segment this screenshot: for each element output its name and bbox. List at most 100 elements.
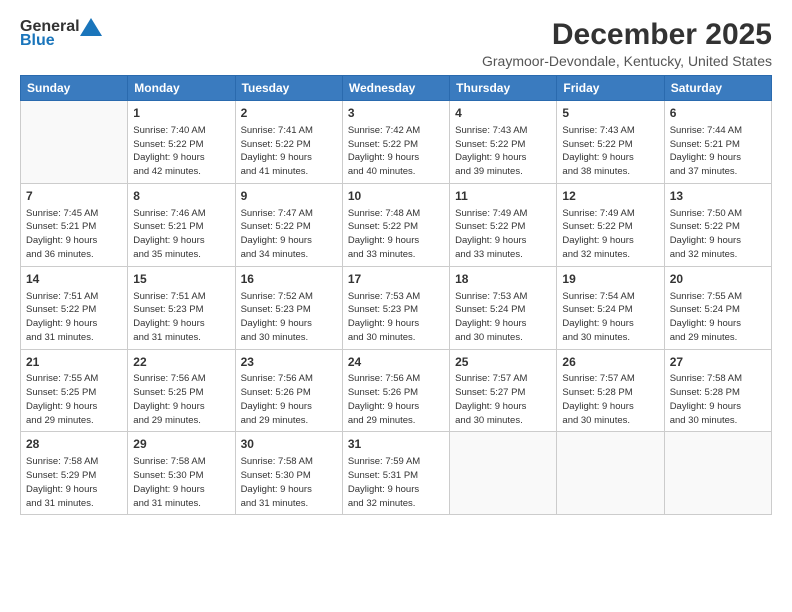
day-number: 4 — [455, 105, 551, 122]
day-info: Sunrise: 7:57 AMSunset: 5:28 PMDaylight:… — [562, 372, 658, 427]
day-number: 21 — [26, 354, 122, 371]
day-info: Sunrise: 7:54 AMSunset: 5:24 PMDaylight:… — [562, 290, 658, 345]
calendar-cell: 25Sunrise: 7:57 AMSunset: 5:27 PMDayligh… — [450, 349, 557, 432]
logo-blue-text: Blue — [20, 32, 55, 50]
calendar-cell: 7 Sunrise: 7:45 AMSunset: 5:21 PMDaylight… — [21, 183, 128, 266]
calendar-cell — [21, 101, 128, 184]
page: General Blue December 2025 Graymoor-Devo… — [0, 0, 792, 612]
weekday-header-thursday: Thursday — [450, 76, 557, 101]
day-info: Sunrise: 7:55 AMSunset: 5:24 PMDaylight:… — [670, 290, 766, 345]
weekday-header-tuesday: Tuesday — [235, 76, 342, 101]
day-info: Sunrise: 7:58 AMSunset: 5:29 PMDaylight:… — [26, 455, 122, 510]
calendar-cell: 14 Sunrise: 7:51 AMSunset: 5:22 PMDayligh… — [21, 266, 128, 349]
day-number: 3 — [348, 105, 444, 122]
day-info: Sunrise: 7:58 AMSunset: 5:30 PMDaylight:… — [133, 455, 229, 510]
calendar-cell — [664, 432, 771, 515]
calendar-cell: 27Sunrise: 7:58 AMSunset: 5:28 PMDayligh… — [664, 349, 771, 432]
calendar-cell: 19Sunrise: 7:54 AMSunset: 5:24 PMDayligh… — [557, 266, 664, 349]
day-number: 22 — [133, 354, 229, 371]
day-number: 18 — [455, 271, 551, 288]
day-info: Sunrise: 7:55 AMSunset: 5:25 PMDaylight:… — [26, 372, 122, 427]
day-info: Sunrise: 7:50 AMSunset: 5:22 PMDaylight:… — [670, 207, 766, 262]
calendar-cell: 26Sunrise: 7:57 AMSunset: 5:28 PMDayligh… — [557, 349, 664, 432]
logo: General Blue — [20, 18, 102, 50]
calendar-cell — [557, 432, 664, 515]
calendar-cell: 9 Sunrise: 7:47 AMSunset: 5:22 PMDaylight… — [235, 183, 342, 266]
calendar-cell: 12 Sunrise: 7:49 AMSunset: 5:22 PMDayligh… — [557, 183, 664, 266]
logo-icon — [80, 18, 102, 36]
day-number: 13 — [670, 188, 766, 205]
day-info: Sunrise: 7:48 AMSunset: 5:22 PMDaylight:… — [348, 207, 444, 262]
calendar-cell: 3Sunrise: 7:42 AMSunset: 5:22 PMDaylight… — [342, 101, 449, 184]
calendar-cell: 5 Sunrise: 7:43 AMSunset: 5:22 PMDaylight… — [557, 101, 664, 184]
day-info: Sunrise: 7:43 AMSunset: 5:22 PMDaylight:… — [562, 124, 658, 179]
calendar-cell: 30 Sunrise: 7:58 AMSunset: 5:30 PMDayligh… — [235, 432, 342, 515]
day-info: Sunrise: 7:40 AMSunset: 5:22 PMDaylight:… — [133, 124, 229, 179]
day-number: 26 — [562, 354, 658, 371]
calendar-cell: 16Sunrise: 7:52 AMSunset: 5:23 PMDayligh… — [235, 266, 342, 349]
calendar-cell: 17 Sunrise: 7:53 AMSunset: 5:23 PMDayligh… — [342, 266, 449, 349]
day-info: Sunrise: 7:57 AMSunset: 5:27 PMDaylight:… — [455, 372, 551, 427]
day-number: 14 — [26, 271, 122, 288]
day-info: Sunrise: 7:44 AMSunset: 5:21 PMDaylight:… — [670, 124, 766, 179]
calendar-cell: 20 Sunrise: 7:55 AMSunset: 5:24 PMDayligh… — [664, 266, 771, 349]
day-number: 10 — [348, 188, 444, 205]
day-number: 27 — [670, 354, 766, 371]
day-info: Sunrise: 7:49 AMSunset: 5:22 PMDaylight:… — [562, 207, 658, 262]
day-info: Sunrise: 7:52 AMSunset: 5:23 PMDaylight:… — [241, 290, 337, 345]
day-number: 15 — [133, 271, 229, 288]
calendar-cell: 21Sunrise: 7:55 AMSunset: 5:25 PMDayligh… — [21, 349, 128, 432]
calendar-cell: 8Sunrise: 7:46 AMSunset: 5:21 PMDaylight… — [128, 183, 235, 266]
day-number: 11 — [455, 188, 551, 205]
calendar-cell: 10 Sunrise: 7:48 AMSunset: 5:22 PMDayligh… — [342, 183, 449, 266]
day-info: Sunrise: 7:47 AMSunset: 5:22 PMDaylight:… — [241, 207, 337, 262]
day-info: Sunrise: 7:51 AMSunset: 5:22 PMDaylight:… — [26, 290, 122, 345]
month-year: December 2025 — [482, 18, 772, 51]
day-number: 8 — [133, 188, 229, 205]
day-info: Sunrise: 7:53 AMSunset: 5:23 PMDaylight:… — [348, 290, 444, 345]
day-number: 7 — [26, 188, 122, 205]
calendar-cell: 18Sunrise: 7:53 AMSunset: 5:24 PMDayligh… — [450, 266, 557, 349]
day-number: 24 — [348, 354, 444, 371]
day-number: 23 — [241, 354, 337, 371]
day-info: Sunrise: 7:58 AMSunset: 5:30 PMDaylight:… — [241, 455, 337, 510]
day-info: Sunrise: 7:43 AMSunset: 5:22 PMDaylight:… — [455, 124, 551, 179]
week-row-5: 28Sunrise: 7:58 AMSunset: 5:29 PMDayligh… — [21, 432, 772, 515]
day-number: 6 — [670, 105, 766, 122]
day-number: 29 — [133, 436, 229, 453]
day-info: Sunrise: 7:45 AMSunset: 5:21 PMDaylight:… — [26, 207, 122, 262]
week-row-2: 7 Sunrise: 7:45 AMSunset: 5:21 PMDaylight… — [21, 183, 772, 266]
day-number: 2 — [241, 105, 337, 122]
weekday-header-wednesday: Wednesday — [342, 76, 449, 101]
calendar-cell: 15 Sunrise: 7:51 AMSunset: 5:23 PMDayligh… — [128, 266, 235, 349]
calendar-cell: 23Sunrise: 7:56 AMSunset: 5:26 PMDayligh… — [235, 349, 342, 432]
calendar-cell: 31 Sunrise: 7:59 AMSunset: 5:31 PMDayligh… — [342, 432, 449, 515]
day-number: 31 — [348, 436, 444, 453]
day-info: Sunrise: 7:59 AMSunset: 5:31 PMDaylight:… — [348, 455, 444, 510]
day-number: 5 — [562, 105, 658, 122]
calendar-cell: 28Sunrise: 7:58 AMSunset: 5:29 PMDayligh… — [21, 432, 128, 515]
day-info: Sunrise: 7:56 AMSunset: 5:26 PMDaylight:… — [241, 372, 337, 427]
day-number: 17 — [348, 271, 444, 288]
calendar-cell — [450, 432, 557, 515]
day-number: 12 — [562, 188, 658, 205]
weekday-header-monday: Monday — [128, 76, 235, 101]
day-info: Sunrise: 7:49 AMSunset: 5:22 PMDaylight:… — [455, 207, 551, 262]
day-number: 1 — [133, 105, 229, 122]
day-number: 9 — [241, 188, 337, 205]
calendar-cell: 1 Sunrise: 7:40 AMSunset: 5:22 PMDaylight… — [128, 101, 235, 184]
calendar-cell: 13 Sunrise: 7:50 AMSunset: 5:22 PMDayligh… — [664, 183, 771, 266]
header: General Blue December 2025 Graymoor-Devo… — [20, 18, 772, 69]
day-number: 20 — [670, 271, 766, 288]
calendar-cell: 24Sunrise: 7:56 AMSunset: 5:26 PMDayligh… — [342, 349, 449, 432]
weekday-header-row: SundayMondayTuesdayWednesdayThursdayFrid… — [21, 76, 772, 101]
day-info: Sunrise: 7:51 AMSunset: 5:23 PMDaylight:… — [133, 290, 229, 345]
title-block: December 2025 Graymoor-Devondale, Kentuc… — [482, 18, 772, 69]
weekday-header-saturday: Saturday — [664, 76, 771, 101]
week-row-1: 1 Sunrise: 7:40 AMSunset: 5:22 PMDaylight… — [21, 101, 772, 184]
day-number: 30 — [241, 436, 337, 453]
calendar-cell: 29 Sunrise: 7:58 AMSunset: 5:30 PMDayligh… — [128, 432, 235, 515]
weekday-header-friday: Friday — [557, 76, 664, 101]
day-info: Sunrise: 7:41 AMSunset: 5:22 PMDaylight:… — [241, 124, 337, 179]
calendar-cell: 22Sunrise: 7:56 AMSunset: 5:25 PMDayligh… — [128, 349, 235, 432]
